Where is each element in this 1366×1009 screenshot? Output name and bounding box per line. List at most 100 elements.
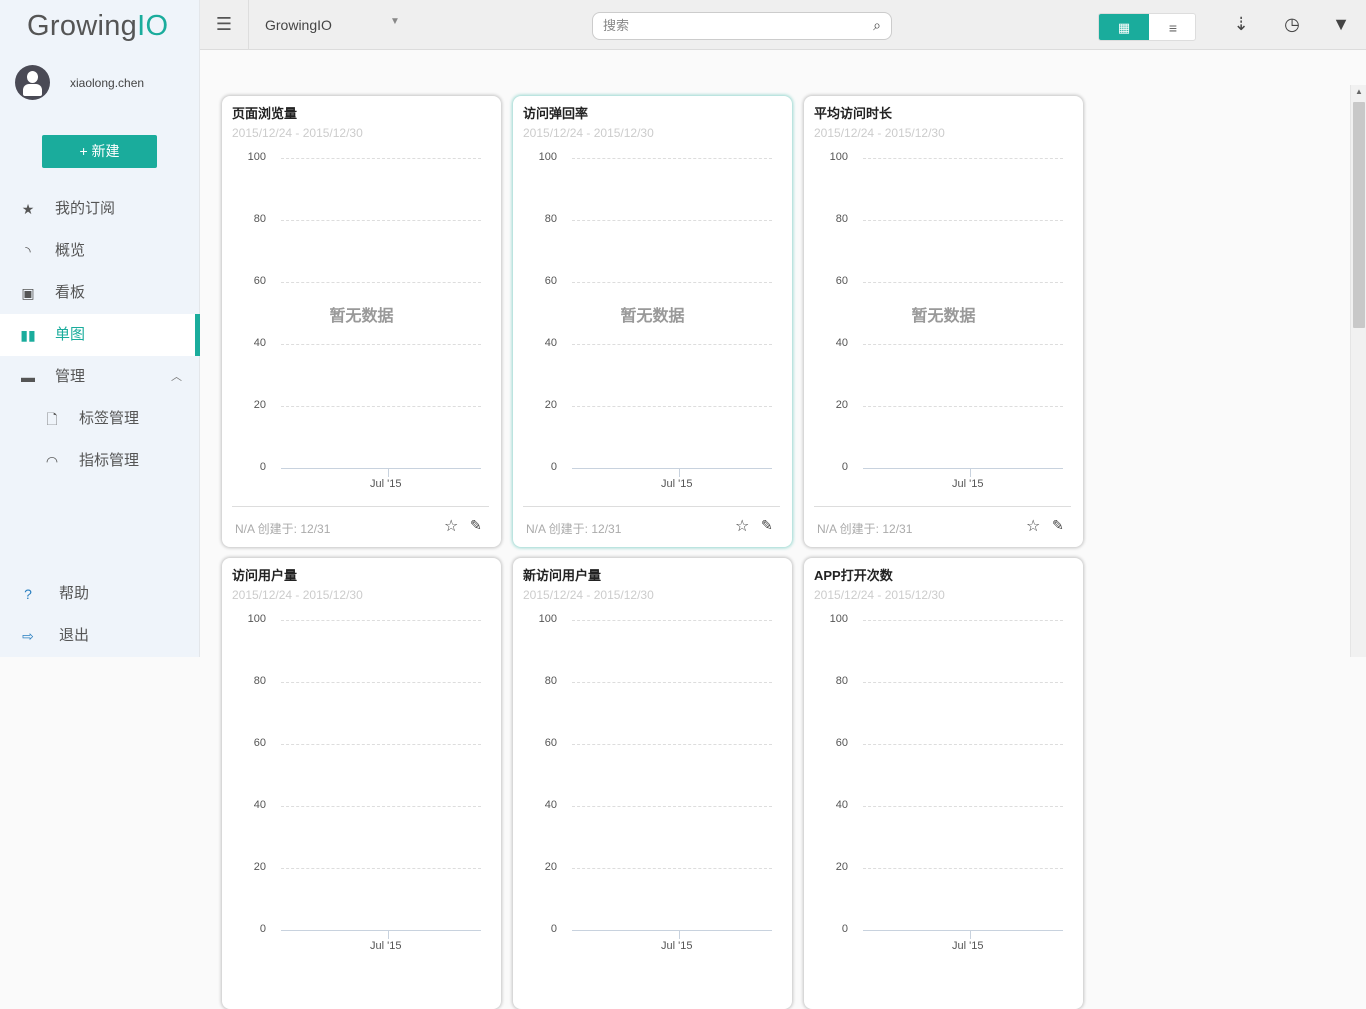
star-icon[interactable]: ☆ — [735, 516, 749, 536]
dashboard-icon: ▣ — [21, 285, 35, 301]
x-axis-line — [863, 930, 1063, 931]
pencil-icon[interactable]: ✎ — [761, 517, 773, 534]
y-tick-label: 100 — [829, 613, 848, 625]
y-tick-label: 100 — [829, 151, 848, 163]
search-icon[interactable]: ⌕ — [873, 17, 881, 34]
card-title[interactable]: 访问用户量 — [232, 565, 297, 584]
chart-card[interactable]: APP打开次数 2015/12/24 - 2015/12/30 100 80 60 40 2… — [804, 558, 1083, 1009]
grid-view-icon[interactable]: ▦ — [1099, 14, 1149, 40]
no-data-text: 暂无数据 — [329, 308, 394, 325]
chart-card[interactable]: 访问用户量 2015/12/24 - 2015/12/30 100 80 60 40 20 0… — [222, 558, 501, 1009]
clock-icon[interactable]: ◷ — [1281, 14, 1303, 35]
x-tick-label: Jul '15 — [952, 940, 984, 952]
chart-card[interactable]: 平均访问时长 2015/12/24 - 2015/12/30 100 80 60 40 20… — [804, 96, 1083, 547]
username[interactable]: xiaolong.chen — [70, 76, 144, 90]
chart-card[interactable]: 访问弹回率 2015/12/24 - 2015/12/30 100 80 60 40 20 0… — [513, 96, 792, 547]
gridline — [281, 220, 481, 221]
card-date-range: 2015/12/24 - 2015/12/30 — [523, 588, 654, 602]
scrollbar-thumb[interactable] — [1353, 102, 1365, 328]
y-tick-label: 0 — [841, 923, 848, 935]
card-date-range: 2015/12/24 - 2015/12/30 — [523, 126, 654, 140]
card-title[interactable]: 新访问用户量 — [523, 565, 601, 584]
chart-card[interactable]: 页面浏览量 2015/12/24 - 2015/12/30 100 80 60 40 20 0… — [222, 96, 501, 547]
y-tick-label: 0 — [550, 461, 557, 473]
chart-card[interactable]: 新访问用户量 2015/12/24 - 2015/12/30 100 80 60 40 20… — [513, 558, 792, 1009]
sidebar-item-help[interactable]: ? 帮助 — [0, 573, 200, 615]
gridline — [863, 806, 1063, 807]
card-date-range: 2015/12/24 - 2015/12/30 — [814, 126, 945, 140]
gridline — [863, 282, 1063, 283]
gridline — [281, 744, 481, 745]
logo[interactable]: GrowingIO — [27, 10, 168, 43]
gridline — [572, 868, 772, 869]
star-icon[interactable]: ☆ — [1026, 516, 1040, 536]
filter-icon[interactable]: ▼ — [1330, 14, 1352, 35]
avatar[interactable] — [15, 65, 50, 100]
card-footer-text: N/A 创建于: 12/31 — [817, 522, 913, 536]
help-icon: ? — [24, 586, 32, 602]
gridline — [281, 620, 481, 621]
star-icon: ★ — [21, 201, 35, 217]
project-selector[interactable]: GrowingIO — [265, 17, 332, 33]
y-tick-label: 60 — [253, 737, 266, 749]
scrollbar[interactable]: ▲ — [1350, 85, 1366, 657]
sidebar-item-3[interactable]: ▮▮ 单图 — [0, 314, 200, 356]
topbar: ☰ GrowingIO ▼ ⌕ ▦ ≡ ⇣ ◷ ▼ — [200, 0, 1366, 50]
y-tick-label: 40 — [544, 337, 557, 349]
list-view-icon[interactable]: ≡ — [1149, 14, 1195, 40]
y-tick-label: 40 — [253, 337, 266, 349]
sidebar-item-label: 单图 — [55, 326, 86, 343]
new-button[interactable]: + 新建 — [42, 135, 157, 168]
card-title[interactable]: 访问弹回率 — [523, 103, 588, 122]
gridline — [281, 344, 481, 345]
card-title[interactable]: 平均访问时长 — [814, 103, 892, 122]
y-tick-label: 40 — [253, 799, 266, 811]
gridline — [863, 220, 1063, 221]
sort-icon[interactable]: ⇣ — [1230, 14, 1252, 35]
x-tick-label: Jul '15 — [952, 478, 984, 490]
logo-text: Growing — [27, 10, 138, 42]
gridline — [281, 868, 481, 869]
tag-file-icon: 🗋 — [46, 411, 58, 427]
card-title[interactable]: 页面浏览量 — [232, 103, 297, 122]
gridline — [863, 406, 1063, 407]
search-input[interactable] — [603, 18, 853, 33]
sidebar-item-label: 指标管理 — [79, 452, 140, 469]
search-box: ⌕ — [592, 12, 892, 40]
sidebar-item-6[interactable]: ◠ 指标管理 — [0, 440, 200, 482]
y-tick-label: 40 — [835, 799, 848, 811]
no-data-text: 暂无数据 — [620, 308, 685, 325]
y-tick-label: 20 — [253, 399, 266, 411]
gridline — [281, 406, 481, 407]
x-axis-line — [572, 930, 772, 931]
x-axis-line — [863, 468, 1063, 469]
card-title[interactable]: APP打开次数 — [814, 565, 893, 584]
logo-accent: IO — [137, 10, 169, 42]
y-tick-label: 100 — [538, 151, 557, 163]
chevron-up-icon[interactable]: ︿ — [171, 356, 182, 398]
pencil-icon[interactable]: ✎ — [470, 517, 482, 534]
x-tick — [970, 468, 971, 477]
sidebar-item-4[interactable]: ▬ 管理 ︿ — [0, 356, 200, 398]
y-tick-label: 20 — [544, 861, 557, 873]
y-tick-label: 60 — [835, 275, 848, 287]
star-icon[interactable]: ☆ — [444, 516, 458, 536]
caret-down-icon[interactable]: ▼ — [390, 16, 400, 27]
scroll-up-icon[interactable]: ▲ — [1355, 87, 1363, 96]
sidebar-item-2[interactable]: ▣ 看板 — [0, 272, 200, 314]
gridline — [572, 620, 772, 621]
y-tick-label: 0 — [550, 923, 557, 935]
x-tick — [970, 930, 971, 939]
sidebar-item-0[interactable]: ★ 我的订阅 — [0, 188, 200, 230]
y-tick-label: 80 — [253, 675, 266, 687]
sidebar-item-5[interactable]: 🗋 标签管理 — [0, 398, 200, 440]
y-tick-label: 80 — [835, 213, 848, 225]
x-axis-line — [281, 468, 481, 469]
x-tick-label: Jul '15 — [370, 940, 402, 952]
sidebar-item-logout[interactable]: ⇨ 退出 — [0, 615, 200, 657]
pencil-icon[interactable]: ✎ — [1052, 517, 1064, 534]
menu-toggle-icon[interactable]: ☰ — [200, 0, 249, 50]
sidebar-item-1[interactable]: ◝ 概览 — [0, 230, 200, 272]
y-tick-label: 20 — [544, 399, 557, 411]
sidebar-item-label: 看板 — [55, 284, 86, 301]
